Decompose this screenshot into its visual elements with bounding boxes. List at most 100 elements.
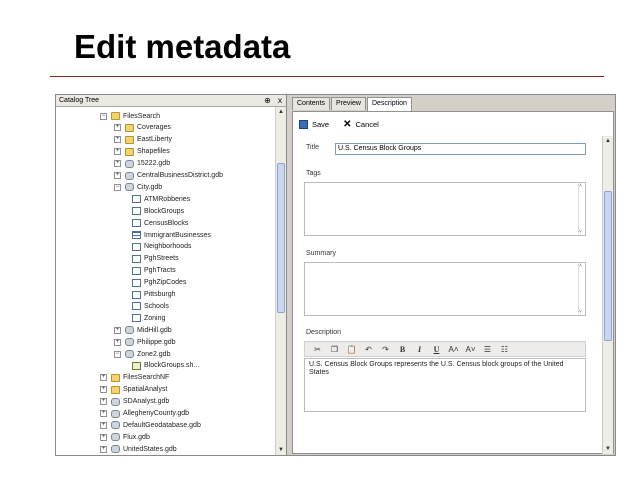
tree-item[interactable]: − City.gdb: [114, 181, 162, 193]
scroll-up-icon[interactable]: ˄: [579, 263, 582, 269]
collapse-icon[interactable]: −: [114, 350, 121, 358]
scroll-down-icon[interactable]: ▼: [276, 445, 286, 455]
expand-icon[interactable]: +: [100, 398, 107, 406]
folder-icon: [125, 147, 134, 156]
tree-item[interactable]: + EastLiberty: [114, 134, 172, 146]
title-field[interactable]: U.S. Census Block Groups: [335, 143, 586, 155]
scroll-up-icon[interactable]: ▲: [603, 136, 613, 146]
tree-item[interactable]: + UnitedStates.gdb: [100, 443, 177, 455]
tree-item[interactable]: Neighborhoods: [132, 241, 191, 253]
scroll-up-icon[interactable]: ˄: [579, 183, 582, 189]
expand-icon[interactable]: +: [114, 148, 121, 156]
cut-icon[interactable]: ✂: [309, 345, 326, 354]
redo-icon[interactable]: ↷: [377, 345, 394, 354]
copy-icon[interactable]: ❐: [326, 345, 343, 354]
tree-item[interactable]: + MidHill.gdb: [114, 324, 172, 336]
collapse-icon[interactable]: −: [114, 183, 121, 191]
tree-item-label: BlockGroups.sh...: [144, 362, 200, 370]
cancel-label: Cancel: [355, 119, 379, 129]
tree-item[interactable]: + Coverages: [114, 122, 171, 134]
save-button[interactable]: Save: [299, 119, 329, 129]
tree-item[interactable]: Pittsburgh: [132, 289, 176, 301]
underline-button[interactable]: U: [428, 345, 445, 354]
bold-button[interactable]: B: [394, 345, 411, 354]
description-scrollbar[interactable]: ▲ ▼: [602, 136, 613, 454]
expand-icon[interactable]: +: [114, 136, 121, 144]
catalog-tree-scrollbar[interactable]: ▲ ▼: [275, 107, 286, 455]
description-label: Description: [306, 329, 342, 336]
undo-icon[interactable]: ↶: [360, 345, 377, 354]
expand-icon[interactable]: +: [100, 445, 107, 453]
tree-item-label: MidHill.gdb: [137, 326, 172, 334]
bullet-list-button[interactable]: ☰: [479, 345, 496, 354]
tags-scrollbar[interactable]: ˄ ˅: [578, 183, 586, 235]
expand-icon[interactable]: +: [114, 326, 121, 334]
tab-preview[interactable]: Preview: [331, 97, 366, 110]
tree-item[interactable]: + Shapefiles: [114, 146, 170, 158]
scroll-up-icon[interactable]: ▲: [276, 107, 286, 117]
italic-button[interactable]: I: [411, 345, 428, 354]
tree-item[interactable]: PghStreets: [132, 253, 179, 265]
expand-icon[interactable]: +: [114, 172, 121, 179]
tags-field[interactable]: [304, 182, 586, 236]
tree-item[interactable]: − Zone2.gdb: [114, 348, 170, 360]
summary-field[interactable]: [304, 262, 586, 316]
scroll-thumb[interactable]: [277, 163, 285, 313]
tree-item[interactable]: + FilesSearchNF: [100, 372, 169, 384]
scroll-thumb[interactable]: [604, 191, 612, 341]
tree-item[interactable]: Zoning: [132, 312, 165, 324]
tree-item[interactable]: − FilesSearch: [100, 110, 160, 122]
expand-icon[interactable]: +: [100, 386, 107, 394]
tree-item[interactable]: BlockGroups: [132, 205, 184, 217]
description-field[interactable]: U.S. Census Block Groups represents the …: [304, 358, 586, 412]
collapse-icon[interactable]: −: [100, 112, 107, 120]
tree-item[interactable]: PghTracts: [132, 265, 176, 277]
tab-contents[interactable]: Contents: [292, 97, 331, 110]
tree-item[interactable]: BlockGroups.sh...: [132, 360, 199, 372]
close-icon[interactable]: x: [278, 96, 282, 105]
cancel-button[interactable]: ✕ Cancel: [343, 119, 379, 129]
expand-icon[interactable]: +: [100, 433, 107, 441]
tree-item-label: Neighborhoods: [144, 243, 192, 251]
tree-item[interactable]: CensusBlocks: [132, 217, 188, 229]
tree-item[interactable]: + SpatialAnalyst: [100, 384, 167, 396]
tree-item[interactable]: + Philippe.gdb: [114, 336, 176, 348]
expand-icon[interactable]: +: [114, 160, 121, 168]
tree-item[interactable]: ATMRobberies: [132, 193, 190, 205]
tree-item[interactable]: + SDAnalyst.gdb: [100, 396, 169, 408]
title-divider: [50, 76, 604, 77]
tree-item-label: Zone2.gdb: [137, 350, 171, 358]
expand-icon[interactable]: +: [114, 124, 121, 132]
tree-item[interactable]: + Flux.gdb: [100, 431, 150, 443]
tree-item-label: Schools: [144, 302, 169, 310]
grow-font-button[interactable]: A˄: [445, 345, 462, 354]
tree-item[interactable]: + AlleghenyCounty.gdb: [100, 408, 189, 420]
paste-icon[interactable]: 📋: [343, 345, 360, 354]
tree-item[interactable]: + CentralBusinessDistrict.gdb: [114, 170, 223, 182]
expand-icon[interactable]: +: [100, 421, 107, 429]
folder-icon: [111, 112, 120, 120]
tree-item-label: Philippe.gdb: [137, 338, 176, 346]
tree-item-label: AlleghenyCounty.gdb: [123, 410, 190, 417]
tree-item[interactable]: ImmigrantBusinesses: [132, 229, 211, 241]
tree-item[interactable]: + DefaultGeodatabase.gdb: [100, 419, 201, 431]
tree-item[interactable]: Schools: [132, 300, 169, 312]
feature-class-icon: [132, 314, 141, 323]
tree-item[interactable]: PghZipCodes: [132, 277, 186, 289]
scroll-down-icon[interactable]: ˅: [579, 229, 582, 235]
tree-item[interactable]: +15222.gdb: [114, 158, 170, 170]
expand-icon[interactable]: +: [100, 374, 107, 382]
folder-icon: [125, 135, 134, 144]
scroll-down-icon[interactable]: ˅: [579, 309, 582, 315]
pin-icon[interactable]: ⊕: [264, 96, 271, 105]
tree-item-label: FilesSearch: [123, 112, 160, 120]
expand-icon[interactable]: +: [114, 338, 121, 346]
tab-description[interactable]: Description: [366, 97, 412, 111]
scroll-down-icon[interactable]: ▼: [603, 444, 613, 454]
metadata-form: Title U.S. Census Block Groups Tags ˄ ˅ …: [293, 136, 601, 454]
expand-icon[interactable]: +: [100, 410, 107, 417]
shrink-font-button[interactable]: A˅: [462, 345, 479, 354]
numbered-list-button[interactable]: ☷: [496, 345, 513, 354]
tree-item-label: Shapefiles: [137, 148, 170, 156]
summary-scrollbar[interactable]: ˄ ˅: [578, 263, 586, 315]
